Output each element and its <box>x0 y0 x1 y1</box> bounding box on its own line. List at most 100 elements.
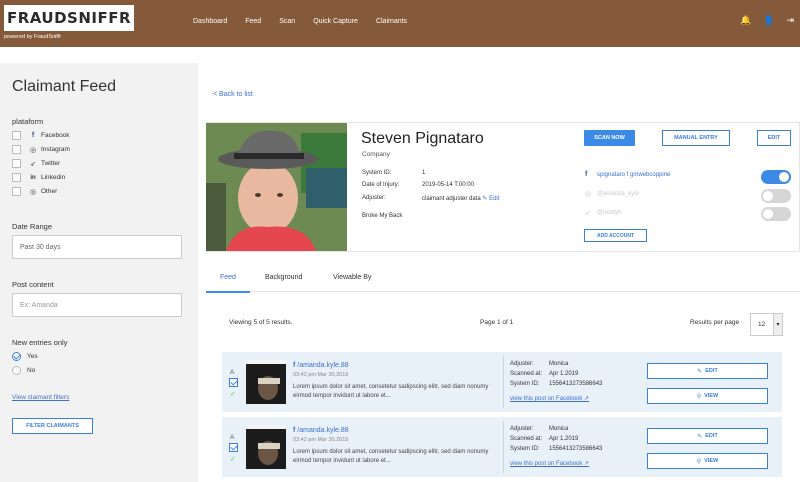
button-label: VIEW <box>704 458 719 464</box>
nav-dashboard[interactable]: Dashboard <box>193 18 227 25</box>
radio-label: Yes <box>27 353 38 360</box>
account-text: spignataro f gmwebcoppine <box>597 171 671 178</box>
facebook-icon: f <box>585 171 588 178</box>
view-on-facebook-link[interactable]: view this post on Facebook ↗ <box>510 460 589 467</box>
checkbox[interactable] <box>12 159 21 168</box>
view-filters-link[interactable]: View claimant filters <box>12 394 69 401</box>
active-tab-indicator <box>206 291 250 293</box>
select-value: 12 <box>758 321 766 328</box>
add-account-button[interactable]: ADD ACCOUNT <box>584 229 647 242</box>
nav-icons: 🔔 👤 ⇥ <box>740 15 794 26</box>
account-toggle-instagram[interactable] <box>761 189 791 203</box>
logo-text: FRAUDSNIFFR <box>6 9 132 27</box>
platform-linkedin[interactable]: in Linkedin <box>12 173 65 182</box>
button-label: EDIT <box>705 368 718 374</box>
row-divider <box>503 356 504 408</box>
row-divider <box>503 421 504 473</box>
results-per-page-select[interactable]: 12 ▾ <box>750 313 783 336</box>
nav-quick-capture[interactable]: Quick Capture <box>313 18 358 25</box>
platforms-label: plataform <box>12 117 44 126</box>
claimant-photo <box>206 123 347 251</box>
button-label: VIEW <box>704 393 719 399</box>
platform-instagram[interactable]: ◎ Instagram <box>12 145 70 154</box>
radio-button[interactable] <box>12 352 21 361</box>
sysid-value: 1556413273586643 <box>549 381 603 387</box>
scanned-value: Apr 1.2019 <box>549 371 579 377</box>
view-on-facebook-link[interactable]: view this post on Facebook ↗ <box>510 395 589 402</box>
row-marker: A <box>230 434 235 441</box>
back-to-list-link[interactable]: < Back to list <box>213 91 253 98</box>
linkedin-icon: in <box>30 174 36 181</box>
sysid-value: 1556413273586643 <box>549 446 603 452</box>
platform-label: Other <box>41 188 58 195</box>
edit-post-button[interactable]: ✎ EDIT <box>647 363 768 379</box>
adjuster-value: claimant adjuster data ✎ Edit <box>422 195 499 202</box>
checkbox[interactable] <box>12 145 21 154</box>
post-author: /amanda.kyle.88 <box>297 427 349 434</box>
edit-adjuster-link[interactable]: ✎ Edit <box>482 196 499 202</box>
account-facebook[interactable]: f spignataro f gmwebcoppine <box>585 171 670 178</box>
adjuster-label: Adjuster: <box>362 195 386 201</box>
row-marker: A <box>230 369 235 376</box>
view-post-button[interactable]: ⚲ VIEW <box>647 453 768 469</box>
checkbox[interactable] <box>12 131 21 140</box>
edit-profile-button[interactable]: EDIT <box>757 130 791 146</box>
post-author-link[interactable]: f /amanda.kyle.88 <box>293 362 349 369</box>
checkmark-icon: ✓ <box>230 456 236 463</box>
platform-facebook[interactable]: f Facebook <box>12 131 70 140</box>
search-icon: ⚲ <box>696 393 702 400</box>
nav-scan[interactable]: Scan <box>279 18 295 25</box>
other-icon: ◎ <box>29 188 37 196</box>
adjuster-text: claimant adjuster data <box>422 196 481 202</box>
radio-button[interactable] <box>12 366 21 375</box>
facebook-icon: f <box>293 427 296 434</box>
tab-viewable-by[interactable]: Viewable By <box>333 274 371 281</box>
post-thumbnail[interactable] <box>246 360 286 404</box>
checkbox[interactable] <box>12 187 21 196</box>
top-navbar: FRAUDSNIFFR powered by FraudSniffr Dashb… <box>0 0 800 47</box>
account-toggle-twitter[interactable] <box>761 207 791 221</box>
scan-now-button[interactable]: SCAN NOW <box>584 130 635 146</box>
tab-background[interactable]: Background <box>265 274 302 281</box>
post-author-link[interactable]: f /amanda.kyle.88 <box>293 427 349 434</box>
radio-yes[interactable]: Yes <box>12 352 38 361</box>
date-range-input[interactable]: Past 30 days <box>12 235 182 259</box>
post-content-input[interactable]: Ex: Amanda <box>12 293 182 317</box>
filter-claimants-button[interactable]: FILTER CLAIMANTS <box>12 418 93 434</box>
edit-post-button[interactable]: ✎ EDIT <box>647 428 768 444</box>
platform-twitter[interactable]: ➶ Twitter <box>12 159 60 168</box>
bell-icon[interactable]: 🔔 <box>740 15 751 26</box>
results-summary: Viewing 5 of 5 results. <box>229 319 293 326</box>
platform-label: Instagram <box>41 146 70 153</box>
results-per-page-label: Results per page <box>690 319 740 326</box>
tab-feed[interactable]: Feed <box>220 274 236 281</box>
account-twitter[interactable]: ➶ @reddyh <box>585 209 621 217</box>
post-body: Lorem ipsum dolor sit amet, consetetur s… <box>293 449 489 464</box>
view-post-button[interactable]: ⚲ VIEW <box>647 388 768 404</box>
edit-label: Edit <box>489 196 500 202</box>
checkbox[interactable] <box>12 173 21 182</box>
brand-logo[interactable]: FRAUDSNIFFR <box>4 5 134 31</box>
post-thumbnail[interactable] <box>246 425 286 469</box>
button-label: EDIT <box>705 433 718 439</box>
feed-row: A ✓ f /amanda.kyle.88 03:42 pm Mar 30,20… <box>222 417 782 477</box>
platform-other[interactable]: ◎ Other <box>12 187 57 196</box>
sidebar-title: Claimant Feed <box>12 78 117 95</box>
account-instagram[interactable]: ◎ @amanda_kyle <box>585 190 639 198</box>
account-toggle-facebook[interactable] <box>761 170 791 184</box>
row-checkbox[interactable] <box>229 443 238 452</box>
radio-label: No <box>27 367 36 374</box>
logout-icon[interactable]: ⇥ <box>786 15 794 26</box>
twitter-icon: ➶ <box>30 160 36 168</box>
profile-tabs: Feed Background Viewable By <box>206 268 800 292</box>
radio-no[interactable]: No <box>12 366 35 375</box>
scanned-value: Apr 1.2019 <box>549 436 579 442</box>
system-id-value: 1 <box>422 170 426 176</box>
adjuster-label: Adjuster: <box>510 361 534 367</box>
row-checkbox[interactable] <box>229 378 238 387</box>
nav-claimants[interactable]: Claimants <box>376 18 407 25</box>
nav-feed[interactable]: Feed <box>245 18 261 25</box>
powered-by: powered by FraudSniffr <box>4 34 62 40</box>
user-icon[interactable]: 👤 <box>763 15 774 26</box>
manual-entry-button[interactable]: MANUAL ENTRY <box>662 130 730 146</box>
